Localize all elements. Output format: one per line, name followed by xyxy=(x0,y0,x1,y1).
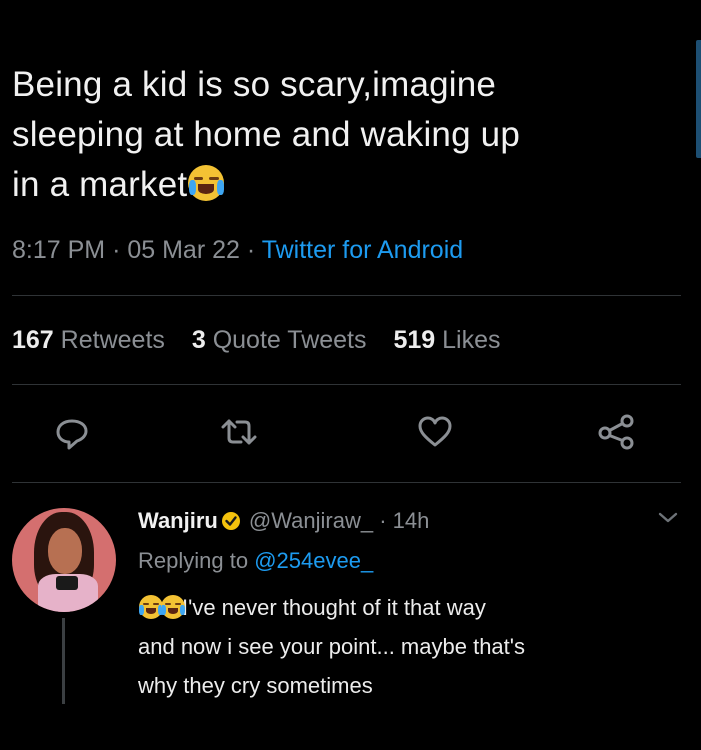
tweet-date: 05 Mar 22 xyxy=(127,236,240,264)
tweet-source-link[interactable]: Twitter for Android xyxy=(262,236,463,264)
like-button[interactable] xyxy=(415,412,455,452)
likes-label: Likes xyxy=(442,326,501,354)
reply-text-line: I've never thought of it that way xyxy=(138,588,688,627)
reply-author-name[interactable]: Wanjiru xyxy=(138,508,218,533)
divider xyxy=(12,295,681,296)
tears-of-joy-emoji-icon xyxy=(161,595,185,619)
tweet-text-line: in a market xyxy=(12,160,662,210)
meta-separator: · xyxy=(246,236,256,264)
tweet-text-line: sleeping at home and waking up xyxy=(12,115,521,154)
retweet-icon xyxy=(221,419,257,445)
badge-icon xyxy=(221,512,240,530)
scrollbar[interactable] xyxy=(696,40,701,158)
heart-icon xyxy=(418,416,452,447)
tweet-text-line: Being a kid is so scary,imagine xyxy=(12,65,497,104)
thread-line xyxy=(62,618,65,704)
replying-prefix: Replying to xyxy=(138,548,249,573)
reply-text-line: and now i see your point... maybe that's xyxy=(138,634,525,659)
tweet-text-line-3: in a market xyxy=(12,165,188,204)
quotes-count: 3 xyxy=(191,326,206,354)
retweets-label: Retweets xyxy=(60,326,165,354)
avatar[interactable] xyxy=(12,508,116,612)
reply-button[interactable] xyxy=(52,412,92,452)
quotes-stat[interactable]: 3 Quote Tweets xyxy=(192,326,367,354)
reply-time[interactable]: 14h xyxy=(393,508,430,533)
likes-stat[interactable]: 519 Likes xyxy=(393,326,500,354)
quotes-label: Quote Tweets xyxy=(212,326,367,354)
tweet-text: Being a kid is so scary,imagine sleeping… xyxy=(12,60,662,210)
reply-text: I've never thought of it that way and no… xyxy=(138,588,688,705)
reply-text-line: why they cry sometimes xyxy=(138,673,373,698)
meta-separator: · xyxy=(112,236,121,264)
replying-to: Replying to @254evee_ xyxy=(138,548,373,574)
tweet-actions xyxy=(0,412,701,452)
speech-bubble-icon xyxy=(56,419,88,450)
reply-text-line-1: I've never thought of it that way xyxy=(182,595,486,620)
retweets-count: 167 xyxy=(12,326,54,354)
share-icon xyxy=(598,414,634,450)
reply-author-handle[interactable]: @Wanjiraw_ xyxy=(249,508,373,533)
retweet-button[interactable] xyxy=(219,412,259,452)
tweet-time: 8:17 PM xyxy=(12,236,106,264)
meta-separator: · xyxy=(379,508,387,533)
divider xyxy=(12,482,681,483)
crying-face-emoji-icon xyxy=(188,165,225,201)
divider xyxy=(12,384,681,385)
tweet-stats: 167 Retweets 3 Quote Tweets 519 Likes xyxy=(12,326,501,355)
chevron-down-icon[interactable] xyxy=(656,510,680,526)
reply-header: Wanjiru @Wanjiraw_ · 14h xyxy=(138,508,429,534)
share-button[interactable] xyxy=(596,412,636,452)
likes-count: 519 xyxy=(393,326,436,354)
mention-link[interactable]: @254evee_ xyxy=(254,548,373,573)
retweets-stat[interactable]: 167 Retweets xyxy=(12,326,165,354)
tears-of-joy-emoji-icon xyxy=(139,595,163,619)
tweet-meta: 8:17 PM · 05 Mar 22 · Twitter for Androi… xyxy=(12,236,463,265)
